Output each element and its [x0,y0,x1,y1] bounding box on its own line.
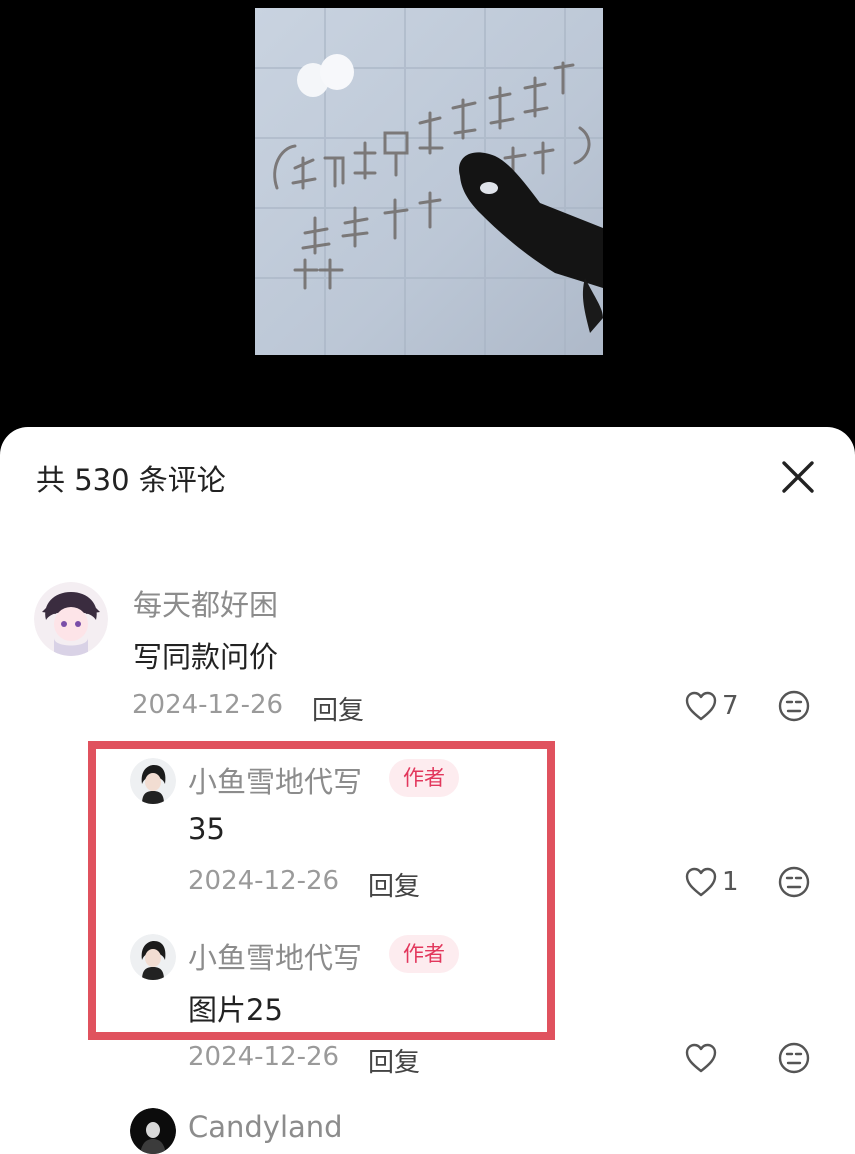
like-button[interactable]: 7 [684,688,739,724]
author-badge: 作者 [389,759,459,797]
like-button[interactable] [684,1040,722,1076]
comment-date: 2024-12-26 [132,690,284,720]
media-viewer [0,0,855,440]
emoji-reaction-icon[interactable] [777,689,811,723]
reply-button[interactable]: 回复 [368,1042,420,1079]
reply-date: 2024-12-26 [188,1042,340,1072]
avatar[interactable] [34,582,108,656]
reply-date: 2024-12-26 [188,866,340,896]
emoji-reaction-icon[interactable] [777,865,811,899]
comment-count-title: 共 530 条评论 [36,463,226,497]
reply-button[interactable]: 回复 [312,690,364,727]
reply-button[interactable]: 回复 [368,866,420,903]
like-count: 1 [722,867,739,897]
reply-text: 35 [188,812,225,846]
avatar[interactable] [130,758,176,804]
comment-username[interactable]: Candyland [188,1110,343,1144]
reply-text: 图片25 [188,993,283,1027]
close-icon[interactable] [778,457,818,497]
like-button[interactable]: 1 [684,864,739,900]
heart-icon [685,867,717,897]
avatar[interactable] [130,934,176,980]
heart-icon [685,691,717,721]
emoji-reaction-icon[interactable] [777,1041,811,1075]
comment-text: 写同款问价 [133,640,279,674]
heart-icon [685,1043,717,1073]
reply-username[interactable]: 小鱼雪地代写 [188,759,362,801]
post-photo[interactable] [255,8,603,355]
avatar[interactable] [130,1108,176,1154]
author-badge: 作者 [389,935,459,973]
like-count: 7 [722,691,739,721]
comment-username[interactable]: 每天都好困 [133,582,278,624]
reply-username[interactable]: 小鱼雪地代写 [188,935,362,977]
